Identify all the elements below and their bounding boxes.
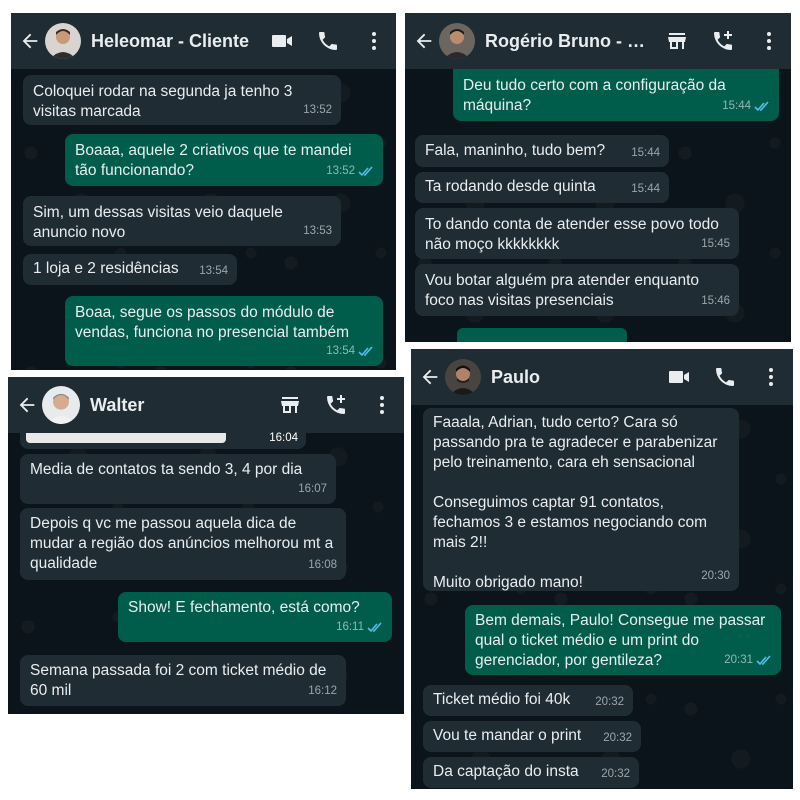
menu-dots-icon[interactable] — [370, 393, 394, 417]
message-time: 20:30 — [701, 570, 730, 582]
add-call-icon[interactable] — [324, 393, 348, 417]
message-time: 13:54 — [199, 265, 228, 277]
chat-panel-heleomar: Heleomar - Cliente Coloquei rodar na seg… — [11, 13, 396, 370]
message-time: 13:54 — [326, 345, 355, 357]
back-arrow-icon[interactable] — [413, 30, 435, 52]
avatar[interactable] — [439, 23, 475, 59]
message-time: 20:31 — [724, 654, 753, 666]
message-incoming[interactable]: Media de contatos ta sendo 3, 4 por dia … — [20, 454, 336, 504]
menu-dots-icon[interactable] — [757, 29, 781, 53]
message-incoming[interactable]: Fala, maninho, tudo bem? 15:44 — [415, 135, 669, 167]
message-text: Sim, um dessas visitas veio daquele anun… — [33, 204, 288, 241]
image-thumbnail — [26, 433, 226, 443]
message-text: To dando conta de atender esse povo todo… — [425, 216, 724, 253]
message-time: 15:44 — [631, 183, 660, 195]
message-time: 20:32 — [601, 768, 630, 780]
message-incoming[interactable]: Vou te mandar o print 20:32 — [423, 721, 641, 752]
message-outgoing[interactable]: Boaaa, aquele 2 criativos que te mandei … — [65, 134, 383, 186]
message-outgoing[interactable]: Deu tudo certo com a configuração da máq… — [453, 69, 779, 121]
add-call-icon[interactable] — [711, 29, 735, 53]
back-arrow-icon[interactable] — [419, 366, 441, 388]
message-outgoing[interactable]: Bem demais, Paulo! Consegue me passar qu… — [465, 605, 781, 675]
message-incoming[interactable]: Ta rodando desde quinta 15:44 — [415, 172, 669, 203]
message-time: 15:44 — [631, 147, 660, 159]
message-text: Vou botar alguém pra atender enquanto fo… — [425, 272, 704, 309]
read-ticks-icon — [367, 621, 382, 632]
message-time: 16:12 — [308, 685, 337, 697]
message-time: 15:45 — [701, 238, 730, 250]
message-incoming[interactable]: Vou botar alguém pra atender enquanto fo… — [415, 264, 739, 316]
message-text: Vou te mandar o print — [433, 727, 582, 744]
contact-name[interactable]: Rogério Bruno - Cliente — [485, 31, 653, 52]
message-time: 16:04 — [269, 432, 298, 444]
message-outgoing[interactable]: Boaa, segue os passos do módulo de venda… — [65, 296, 383, 366]
read-ticks-icon — [358, 345, 373, 356]
message-text: Show! E fechamento, está como? — [128, 599, 360, 616]
message-incoming[interactable]: Semana passada foi 2 com ticket médio de… — [20, 655, 346, 706]
avatar[interactable] — [42, 386, 80, 424]
message-text: Coloquei rodar na segunda ja tenho 3 vis… — [33, 83, 297, 120]
chat-panel-rogerio: Rogério Bruno - Cliente Deu tudo certo c… — [405, 13, 791, 342]
message-time: 13:53 — [303, 225, 332, 237]
message-incoming[interactable]: Ticket médio foi 40k 20:32 — [423, 685, 633, 716]
chat-header: Paulo — [411, 349, 793, 405]
message-incoming[interactable]: 1 loja e 2 residências 13:54 — [23, 254, 237, 285]
chat-panel-walter: Walter 16:04 Media de contatos ta sendo … — [8, 377, 404, 714]
message-text: Semana passada foi 2 com ticket médio de… — [30, 662, 331, 699]
video-call-icon[interactable] — [667, 365, 691, 389]
read-ticks-icon — [358, 165, 373, 176]
menu-dots-icon[interactable] — [362, 29, 386, 53]
contact-name[interactable]: Heleomar - Cliente — [91, 31, 258, 52]
message-outgoing[interactable]: Show! E fechamento, está como? 16:11 — [118, 592, 392, 642]
message-incoming[interactable]: To dando conta de atender esse povo todo… — [415, 208, 739, 259]
message-time: 13:52 — [303, 104, 332, 116]
message-incoming[interactable]: Faaala, Adrian, tudo certo? Cara só pass… — [423, 408, 739, 591]
message-text: Faaala, Adrian, tudo certo? Cara só pass… — [433, 414, 718, 591]
message-time: 20:32 — [595, 696, 624, 708]
chat-panel-paulo: Paulo Faaala, Adrian, tudo certo? Cara s… — [411, 349, 793, 789]
message-time: 16:08 — [308, 559, 337, 571]
store-icon[interactable] — [665, 29, 689, 53]
message-incoming[interactable]: Depois q vc me passou aquela dica de mud… — [20, 508, 346, 580]
message-text: Media de contatos ta sendo 3, 4 por dia — [30, 461, 303, 478]
message-incoming[interactable]: Sim, um dessas visitas veio daquele anun… — [23, 196, 341, 246]
message-text: Ta rodando desde quinta — [425, 178, 596, 195]
chat-header: Walter — [8, 377, 404, 433]
video-call-icon[interactable] — [270, 29, 294, 53]
partial-image-bubble — [457, 328, 627, 342]
message-text: Depois q vc me passou aquela dica de mud… — [30, 515, 338, 572]
message-time: 20:32 — [603, 732, 632, 744]
read-ticks-icon — [754, 100, 769, 111]
back-arrow-icon[interactable] — [19, 30, 41, 52]
back-arrow-icon[interactable] — [16, 394, 38, 416]
contact-name[interactable]: Walter — [90, 395, 266, 416]
message-image-bubble[interactable]: 16:04 — [20, 432, 306, 449]
message-time: 15:44 — [722, 100, 751, 112]
phone-icon[interactable] — [316, 29, 340, 53]
message-incoming[interactable]: Coloquei rodar na segunda ja tenho 3 vis… — [23, 75, 341, 125]
contact-name[interactable]: Paulo — [491, 367, 655, 388]
read-ticks-icon — [756, 654, 771, 665]
message-text: Ticket médio foi 40k — [433, 691, 571, 708]
chat-header: Heleomar - Cliente — [11, 13, 396, 69]
message-time: 15:46 — [701, 295, 730, 307]
menu-dots-icon[interactable] — [759, 365, 783, 389]
avatar[interactable] — [45, 23, 81, 59]
message-time: 16:11 — [336, 621, 364, 633]
message-text: 1 loja e 2 residências — [33, 260, 179, 277]
chat-header: Rogério Bruno - Cliente — [405, 13, 791, 69]
message-text: Boaa, segue os passos do módulo de venda… — [75, 304, 349, 341]
store-icon[interactable] — [278, 393, 302, 417]
message-time: 13:52 — [326, 165, 355, 177]
message-incoming[interactable]: Da captação do insta 20:32 — [423, 757, 639, 788]
message-time: 16:07 — [298, 483, 327, 495]
phone-icon[interactable] — [713, 365, 737, 389]
avatar[interactable] — [445, 359, 481, 395]
message-text: Da captação do insta — [433, 763, 579, 780]
message-text: Fala, maninho, tudo bem? — [425, 142, 606, 159]
